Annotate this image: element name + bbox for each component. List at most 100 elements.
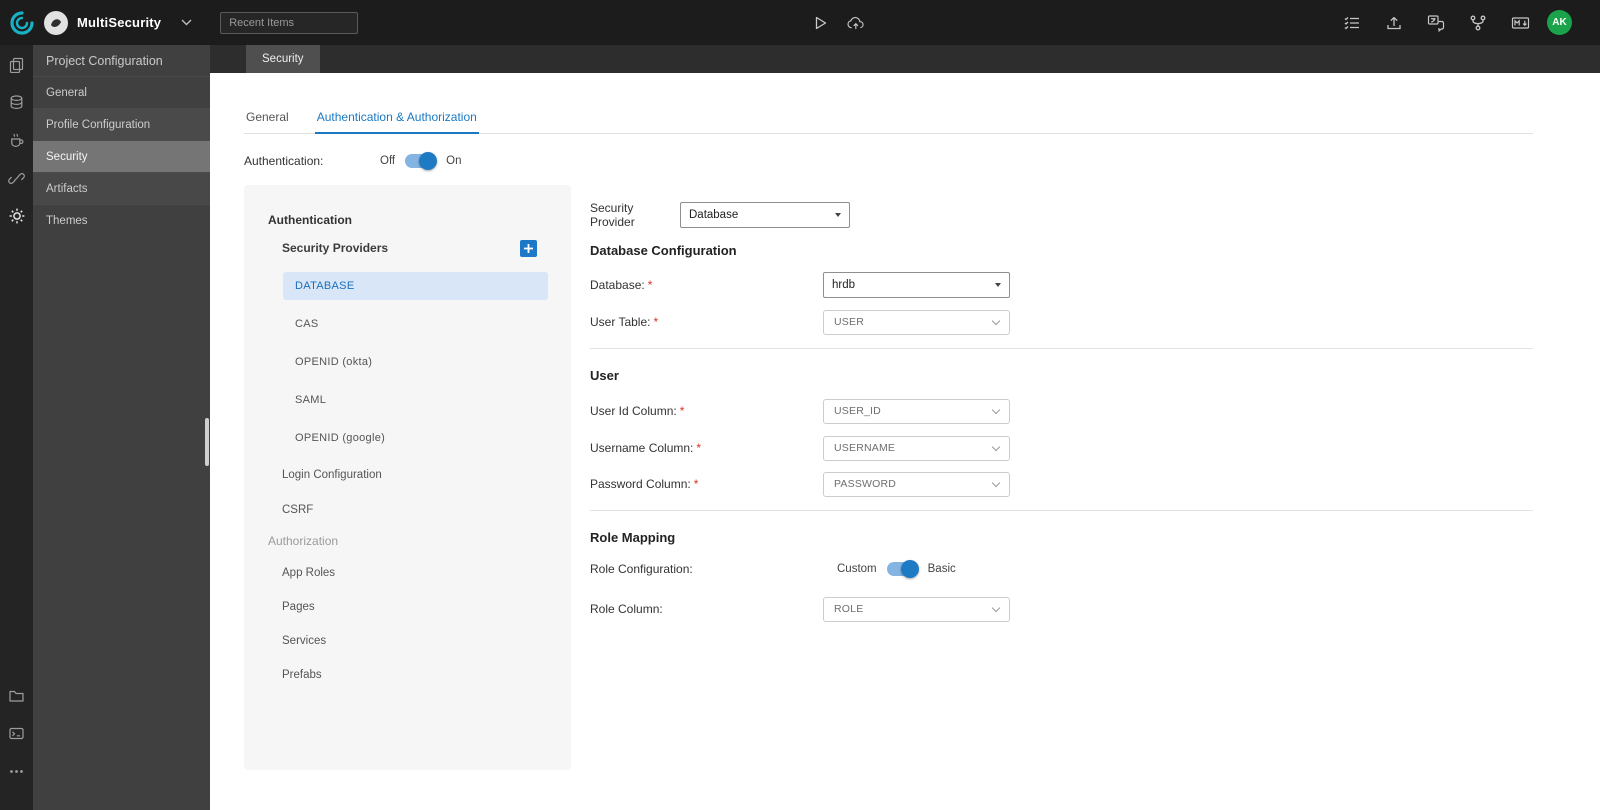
apis-icon[interactable] — [0, 159, 33, 197]
role-configuration-row: Role Configuration: Custom Basic — [590, 556, 956, 582]
security-providers-label: Security Providers — [282, 241, 389, 255]
security-providers-row: Security Providers — [244, 233, 571, 263]
database-label-text: Database: — [590, 278, 645, 292]
project-switcher[interactable]: MultiSecurity — [44, 10, 192, 35]
user-id-column-value: USER_ID — [834, 405, 881, 417]
security-provider-select[interactable]: Database — [680, 202, 850, 228]
user-id-column-select[interactable]: USER_ID — [823, 398, 1010, 424]
select-arrow-icon — [835, 213, 841, 217]
wavemaker-logo-icon[interactable] — [8, 9, 36, 37]
password-label-text: Password Column: — [590, 477, 691, 491]
sidebar-item-profile-configuration[interactable]: Profile Configuration — [33, 108, 210, 140]
password-column-label: Password Column: * — [590, 477, 823, 491]
tree-item-cas-provider[interactable]: CAS — [283, 310, 548, 338]
sidebar-item-artifacts[interactable]: Artifacts — [33, 172, 210, 204]
terminal-icon[interactable] — [0, 714, 33, 752]
java-services-icon[interactable] — [0, 121, 33, 159]
settings-gear-icon[interactable] — [0, 197, 33, 235]
role-column-value: ROLE — [834, 603, 864, 615]
tree-item-openid-google-provider[interactable]: OPENID (google) — [283, 424, 548, 452]
export-icon[interactable] — [1384, 13, 1404, 33]
user-id-column-label: User Id Column: * — [590, 404, 823, 418]
tab-security[interactable]: Security — [246, 45, 320, 73]
chevron-down-icon — [991, 316, 1001, 325]
provider-row: OPENID (google) — [244, 419, 571, 457]
project-icon — [44, 10, 68, 35]
database-value: hrdb — [832, 279, 856, 291]
left-rail — [0, 45, 33, 810]
database-configuration-heading: Database Configuration — [590, 242, 737, 258]
provider-row: OPENID (okta) — [244, 343, 571, 381]
role-column-label: Role Column: — [590, 602, 663, 616]
role-configuration-toggle[interactable] — [886, 560, 919, 578]
tree-header-authorization: Authorization — [268, 534, 339, 548]
document-tabstrip: Security — [210, 45, 1600, 73]
task-list-icon[interactable] — [1342, 13, 1362, 33]
tree-item-login-configuration[interactable]: Login Configuration — [244, 457, 571, 493]
password-column-select[interactable]: PASSWORD — [823, 471, 1010, 497]
provider-row: DATABASE — [244, 267, 571, 305]
username-label-text: Username Column: — [590, 441, 694, 455]
tree-item-saml-provider[interactable]: SAML — [283, 386, 548, 414]
username-column-value: USERNAME — [834, 442, 896, 454]
username-column-label: Username Column: * — [590, 441, 823, 455]
translate-icon[interactable] — [1426, 13, 1446, 33]
role-column-select[interactable]: ROLE — [823, 596, 1010, 622]
markdown-icon[interactable] — [1510, 13, 1530, 33]
chevron-down-icon — [991, 478, 1001, 487]
toggle-off-label: Off — [380, 155, 396, 167]
provider-row: CAS — [244, 305, 571, 343]
recent-items-input[interactable] — [220, 11, 359, 34]
tree-item-openid-okta-provider[interactable]: OPENID (okta) — [283, 348, 548, 376]
run-button[interactable] — [810, 0, 830, 45]
tree-item-database-provider[interactable]: DATABASE — [283, 272, 548, 300]
play-icon — [810, 13, 830, 33]
security-provider-row: Security Provider Database — [590, 201, 850, 229]
tab-general[interactable]: General — [244, 102, 291, 134]
tree-header-authentication: Authentication — [268, 213, 352, 227]
tree-item-prefabs[interactable]: Prefabs — [244, 658, 571, 692]
tree-item-pages[interactable]: Pages — [244, 590, 571, 624]
authentication-toggle[interactable] — [405, 152, 438, 170]
user-avatar[interactable]: AK — [1547, 10, 1572, 35]
deploy-button[interactable] — [846, 0, 866, 45]
tree-item-csrf[interactable]: CSRF — [244, 493, 571, 526]
sidebar-item-security[interactable]: Security — [33, 140, 210, 172]
sidebar-item-general[interactable]: General — [33, 76, 210, 108]
tree-item-services[interactable]: Services — [244, 624, 571, 658]
required-marker: * — [653, 315, 659, 329]
project-config-sidebar: Project Configuration General Profile Co… — [33, 45, 210, 810]
folder-icon[interactable] — [0, 676, 33, 714]
toggle-on-label: On — [446, 155, 462, 167]
authentication-toggle-row: Authentication: Off On — [244, 147, 461, 175]
user-table-label-text: User Table: — [590, 315, 651, 329]
password-column-row: Password Column: * PASSWORD — [590, 471, 1010, 497]
role-column-row: Role Column: ROLE — [590, 596, 1010, 622]
sidebar-item-themes[interactable]: Themes — [33, 204, 210, 236]
user-id-label-text: User Id Column: — [590, 404, 677, 418]
provider-row: SAML — [244, 381, 571, 419]
sidebar-scrollbar[interactable] — [205, 418, 209, 466]
cloud-deploy-icon — [846, 13, 866, 33]
chevron-down-icon[interactable] — [181, 19, 192, 26]
pages-icon[interactable] — [0, 45, 33, 83]
tree-item-app-roles[interactable]: App Roles — [244, 556, 571, 590]
username-column-select[interactable]: USERNAME — [823, 435, 1010, 461]
chevron-down-icon — [991, 405, 1001, 414]
select-arrow-icon — [995, 283, 1001, 287]
database-select[interactable]: hrdb — [823, 272, 1010, 298]
main-content: General Authentication & Authorization A… — [210, 73, 1600, 810]
tab-authentication-authorization[interactable]: Authentication & Authorization — [314, 102, 479, 134]
section-divider — [590, 348, 1533, 349]
role-toggle-custom-label: Custom — [837, 563, 877, 575]
topbar-right-icons — [1342, 0, 1530, 45]
add-provider-button[interactable] — [520, 239, 537, 257]
more-icon[interactable] — [0, 752, 33, 790]
database-icon[interactable] — [0, 83, 33, 121]
username-column-row: Username Column: * USERNAME — [590, 435, 1010, 461]
security-provider-value: Database — [689, 209, 739, 221]
app-window: MultiSecurity Recent Items AK Project Co… — [0, 0, 1600, 810]
security-provider-label: Security Provider — [590, 201, 635, 229]
user-table-select[interactable]: USER — [823, 309, 1010, 335]
fork-icon[interactable] — [1468, 13, 1488, 33]
